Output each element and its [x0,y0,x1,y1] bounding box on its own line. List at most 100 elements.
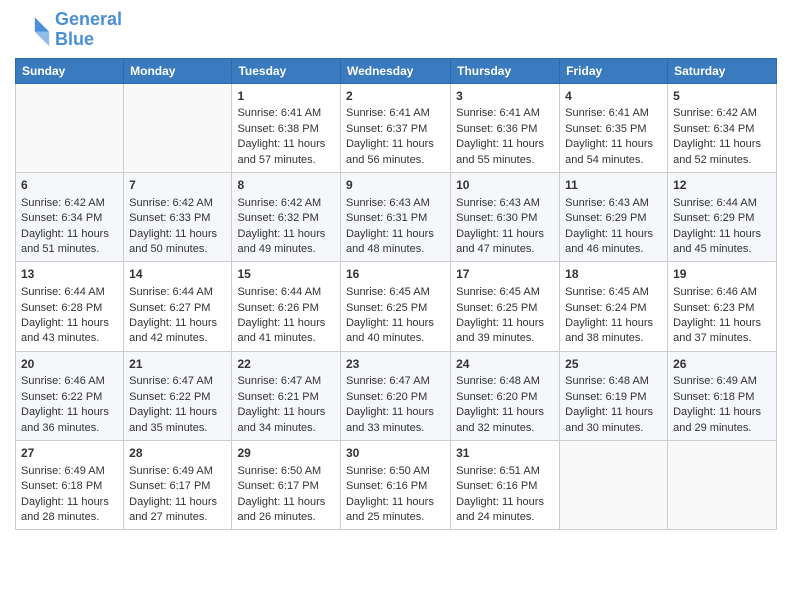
sunset-text: Sunset: 6:20 PM [346,390,445,405]
day-number: 14 [129,266,226,283]
sunrise-text: Sunrise: 6:46 AM [673,285,771,300]
sunrise-text: Sunrise: 6:44 AM [129,285,226,300]
sunset-text: Sunset: 6:27 PM [129,301,226,316]
calendar-cell [16,83,124,172]
calendar-cell: 7Sunrise: 6:42 AMSunset: 6:33 PMDaylight… [124,172,232,261]
day-number: 30 [346,445,445,462]
sunrise-text: Sunrise: 6:46 AM [21,374,118,389]
sunset-text: Sunset: 6:34 PM [673,122,771,137]
calendar-cell: 12Sunrise: 6:44 AMSunset: 6:29 PMDayligh… [668,172,777,261]
sunrise-text: Sunrise: 6:49 AM [21,464,118,479]
day-number: 20 [21,356,118,373]
daylight-text: Daylight: 11 hours and 38 minutes. [565,316,662,347]
calendar-cell: 26Sunrise: 6:49 AMSunset: 6:18 PMDayligh… [668,351,777,440]
sunset-text: Sunset: 6:33 PM [129,211,226,226]
calendar-cell [668,441,777,530]
calendar-cell: 13 Sunrise: 6:44 AMSunset: 6:28 PMDayligh… [16,262,124,351]
day-number: 28 [129,445,226,462]
sunset-text: Sunset: 6:37 PM [346,122,445,137]
daylight-text: Daylight: 11 hours and 36 minutes. [21,405,118,436]
daylight-text: Daylight: 11 hours and 40 minutes. [346,316,445,347]
calendar-cell: 5Sunrise: 6:42 AMSunset: 6:34 PMDaylight… [668,83,777,172]
daylight-text: Daylight: 11 hours and 50 minutes. [129,227,226,258]
sunrise-text: Sunrise: 6:44 AM [673,196,771,211]
daylight-text: Daylight: 11 hours and 55 minutes. [456,137,554,168]
sunrise-text: Sunrise: 6:42 AM [673,106,771,121]
calendar-cell [560,441,668,530]
day-number: 27 [21,445,118,462]
sunrise-text: Sunrise: 6:44 AM [21,285,118,300]
weekday-header-monday: Monday [124,58,232,83]
sunset-text: Sunset: 6:29 PM [565,211,662,226]
daylight-text: Daylight: 11 hours and 29 minutes. [673,405,771,436]
calendar-cell: 19Sunrise: 6:46 AMSunset: 6:23 PMDayligh… [668,262,777,351]
daylight-text: Daylight: 11 hours and 33 minutes. [346,405,445,436]
sunset-text: Sunset: 6:35 PM [565,122,662,137]
sunset-text: Sunset: 6:24 PM [565,301,662,316]
sunrise-text: Sunrise: 6:47 AM [237,374,335,389]
sunrise-text: Sunrise: 6:41 AM [456,106,554,121]
sunset-text: Sunset: 6:17 PM [237,479,335,494]
calendar-cell: 4Sunrise: 6:41 AMSunset: 6:35 PMDaylight… [560,83,668,172]
calendar-cell: 14 Sunrise: 6:44 AMSunset: 6:27 PMDayligh… [124,262,232,351]
sunrise-text: Sunrise: 6:42 AM [129,196,226,211]
sunset-text: Sunset: 6:30 PM [456,211,554,226]
daylight-text: Daylight: 11 hours and 34 minutes. [237,405,335,436]
daylight-text: Daylight: 11 hours and 30 minutes. [565,405,662,436]
sunrise-text: Sunrise: 6:47 AM [346,374,445,389]
week-row-5: 27Sunrise: 6:49 AMSunset: 6:18 PMDayligh… [16,441,777,530]
calendar-cell: 20Sunrise: 6:46 AMSunset: 6:22 PMDayligh… [16,351,124,440]
daylight-text: Daylight: 11 hours and 39 minutes. [456,316,554,347]
calendar-cell: 31Sunrise: 6:51 AMSunset: 6:16 PMDayligh… [451,441,560,530]
day-number: 3 [456,88,554,105]
sunrise-text: Sunrise: 6:45 AM [346,285,445,300]
weekday-header-saturday: Saturday [668,58,777,83]
sunset-text: Sunset: 6:32 PM [237,211,335,226]
sunrise-text: Sunrise: 6:43 AM [565,196,662,211]
sunrise-text: Sunrise: 6:51 AM [456,464,554,479]
daylight-text: Daylight: 11 hours and 24 minutes. [456,495,554,526]
sunrise-text: Sunrise: 6:50 AM [237,464,335,479]
sunset-text: Sunset: 6:38 PM [237,122,335,137]
sunrise-text: Sunrise: 6:43 AM [346,196,445,211]
daylight-text: Daylight: 11 hours and 54 minutes. [565,137,662,168]
week-row-3: 13Sunrise: 6:44 AMSunset: 6:28 PMDayligh… [16,262,777,351]
page: General Blue SundayMondayTuesdayWednesda… [0,0,792,612]
daylight-text: Daylight: 11 hours and 52 minutes. [673,137,771,168]
day-number: 19 [673,266,771,283]
calendar-table: SundayMondayTuesdayWednesdayThursdayFrid… [15,58,777,531]
sunrise-text: Sunrise: 6:42 AM [237,196,335,211]
day-number: 22 [237,356,335,373]
logo: General Blue [15,10,122,50]
daylight-text: Daylight: 11 hours and 25 minutes. [346,495,445,526]
sunset-text: Sunset: 6:28 PM [21,301,118,316]
day-number: 17 [456,266,554,283]
sunrise-text: Sunrise: 6:47 AM [129,374,226,389]
sunrise-text: Sunrise: 6:44 AM [237,285,335,300]
sunset-text: Sunset: 6:16 PM [346,479,445,494]
sunset-text: Sunset: 6:31 PM [346,211,445,226]
day-number: 31 [456,445,554,462]
daylight-text: Daylight: 11 hours and 42 minutes. [129,316,226,347]
day-number: 18 [565,266,662,283]
sunrise-text: Sunrise: 6:45 AM [456,285,554,300]
daylight-text: Daylight: 11 hours and 26 minutes. [237,495,335,526]
day-number: 13 [21,266,118,283]
calendar-cell: 17Sunrise: 6:45 AMSunset: 6:25 PMDayligh… [451,262,560,351]
sunset-text: Sunset: 6:19 PM [565,390,662,405]
day-number: 4 [565,88,662,105]
calendar-cell: 23Sunrise: 6:47 AMSunset: 6:20 PMDayligh… [340,351,450,440]
day-number: 6 [21,177,118,194]
calendar-cell: 6Sunrise: 6:42 AMSunset: 6:34 PMDaylight… [16,172,124,261]
sunset-text: Sunset: 6:29 PM [673,211,771,226]
week-row-4: 20Sunrise: 6:46 AMSunset: 6:22 PMDayligh… [16,351,777,440]
sunset-text: Sunset: 6:18 PM [673,390,771,405]
logo-icon [15,12,51,48]
calendar-cell: 15Sunrise: 6:44 AMSunset: 6:26 PMDayligh… [232,262,341,351]
day-number: 21 [129,356,226,373]
day-number: 29 [237,445,335,462]
sunrise-text: Sunrise: 6:42 AM [21,196,118,211]
weekday-row: SundayMondayTuesdayWednesdayThursdayFrid… [16,58,777,83]
daylight-text: Daylight: 11 hours and 43 minutes. [21,316,118,347]
calendar-header: SundayMondayTuesdayWednesdayThursdayFrid… [16,58,777,83]
